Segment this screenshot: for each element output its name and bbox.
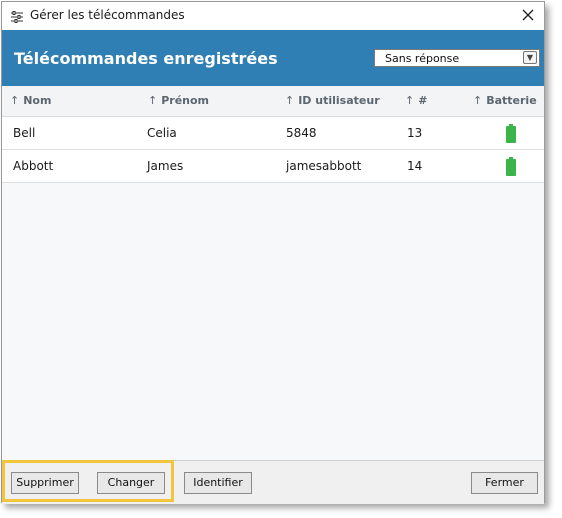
header-bar: Télécommandes enregistrées Sans réponse … (2, 30, 544, 86)
column-header-id[interactable]: ↑ ID utilisateur (285, 94, 380, 107)
arrow-up-icon: ↑ (473, 94, 483, 107)
table-header: ↑ Nom ↑ Prénom ↑ ID utilisateur ↑ # ↑ Batteri… (2, 86, 544, 117)
filter-dropdown[interactable]: Sans réponse ▼ (374, 49, 540, 67)
arrow-up-icon: ↑ (285, 94, 295, 107)
title-bar: Gérer les télécommandes (2, 2, 544, 30)
arrow-up-icon: ↑ (10, 94, 20, 107)
remotes-table: ↑ Nom ↑ Prénom ↑ ID utilisateur ↑ # ↑ Batteri… (2, 86, 544, 460)
cell-number: 14 (407, 159, 423, 173)
column-header-prenom[interactable]: ↑ Prénom (148, 94, 209, 107)
change-button[interactable]: Changer (97, 472, 165, 494)
arrow-up-icon: ↑ (148, 94, 158, 107)
close-button[interactable]: Fermer (471, 472, 538, 494)
battery-full-icon (506, 124, 516, 143)
column-header-battery[interactable]: ↑ Batterie (473, 94, 537, 107)
delete-button[interactable]: Supprimer (11, 472, 79, 494)
cell-prenom: Celia (147, 126, 177, 140)
dialog-window: Gérer les télécommandes Télécommandes en… (1, 1, 545, 504)
table-row[interactable]: Abbott James jamesabbott 14 (2, 150, 544, 183)
cell-nom: Bell (13, 126, 36, 140)
chevron-down-icon[interactable]: ▼ (523, 51, 537, 64)
cell-prenom: James (147, 159, 184, 173)
footer-bar: Supprimer Changer Identifier Fermer (2, 460, 544, 504)
cell-nom: Abbott (13, 159, 54, 173)
table-row[interactable]: Bell Celia 5848 13 (2, 117, 544, 150)
sliders-icon (10, 9, 24, 23)
identify-button[interactable]: Identifier (184, 472, 252, 494)
cell-user-id: jamesabbott (286, 159, 362, 173)
cell-number: 13 (407, 126, 423, 140)
filter-selected-value: Sans réponse (385, 52, 460, 65)
column-header-number[interactable]: ↑ # (405, 94, 427, 107)
window-title: Gérer les télécommandes (30, 8, 185, 22)
battery-full-icon (506, 157, 516, 176)
close-icon[interactable] (518, 5, 538, 25)
cell-user-id: 5848 (286, 126, 317, 140)
page-title: Télécommandes enregistrées (14, 49, 278, 68)
column-header-nom[interactable]: ↑ Nom (10, 94, 51, 107)
arrow-up-icon: ↑ (405, 94, 415, 107)
